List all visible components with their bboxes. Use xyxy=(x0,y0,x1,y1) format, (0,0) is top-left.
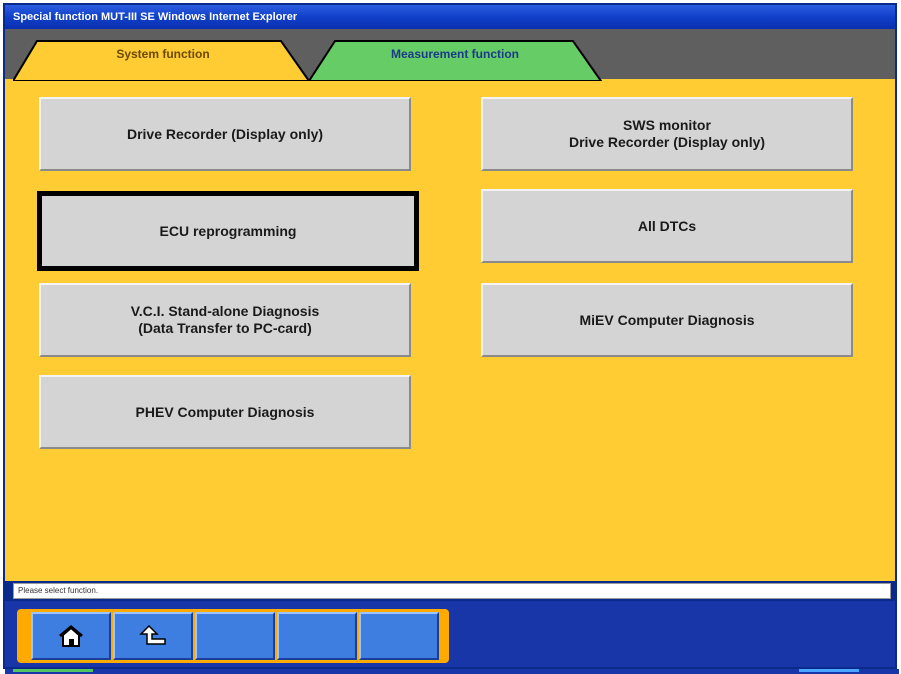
tab-measurement-function[interactable]: Measurement function xyxy=(305,39,605,81)
tab-strip: System function Measurement function xyxy=(5,29,895,81)
bottom-bar xyxy=(5,601,895,667)
phev-computer-diagnosis-button[interactable]: PHEV Computer Diagnosis xyxy=(39,375,411,449)
window-title: Special function MUT-III SE Windows Inte… xyxy=(13,11,298,23)
empty-tool-button-5[interactable] xyxy=(359,612,439,660)
drive-recorder-button[interactable]: Drive Recorder (Display only) xyxy=(39,97,411,171)
empty-tool-button-3[interactable] xyxy=(195,612,275,660)
window-title-bar: Special function MUT-III SE Windows Inte… xyxy=(5,5,895,29)
tab-measurement-function-label: Measurement function xyxy=(390,47,519,61)
tab-system-function[interactable]: System function xyxy=(13,39,313,81)
app-window: Special function MUT-III SE Windows Inte… xyxy=(3,3,899,674)
bottom-indicator-line xyxy=(5,669,899,674)
empty-tool-button-4[interactable] xyxy=(277,612,357,660)
ecu-reprogramming-button[interactable]: ECU reprogramming xyxy=(37,191,419,271)
all-dtcs-button[interactable]: All DTCs xyxy=(481,189,853,263)
function-panel: Drive Recorder (Display only) ECU reprog… xyxy=(5,79,895,581)
status-message: Please select function. xyxy=(18,586,99,595)
sws-monitor-drive-recorder-button[interactable]: SWS monitor Drive Recorder (Display only… xyxy=(481,97,853,171)
back-arrow-icon xyxy=(139,624,166,645)
home-button[interactable] xyxy=(31,612,111,660)
toolbar xyxy=(17,609,449,663)
back-button[interactable] xyxy=(113,612,193,660)
status-bar: Please select function. xyxy=(13,583,891,599)
indicator-segment-green xyxy=(13,669,93,672)
tab-system-function-label: System function xyxy=(116,47,210,61)
indicator-segment-blue xyxy=(799,669,859,672)
home-icon xyxy=(59,625,83,647)
miev-computer-diagnosis-button[interactable]: MiEV Computer Diagnosis xyxy=(481,283,853,357)
vci-standalone-diagnosis-button[interactable]: V.C.I. Stand-alone Diagnosis (Data Trans… xyxy=(39,283,411,357)
